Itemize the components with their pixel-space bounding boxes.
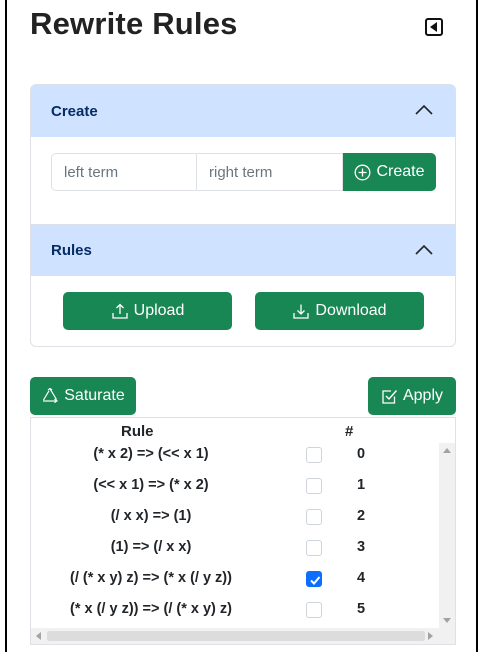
left-term-placeholder: left term <box>64 163 119 181</box>
column-header-number: # <box>345 423 354 440</box>
download-icon <box>292 302 310 320</box>
plus-circle-icon <box>354 164 371 181</box>
rule-index: 2 <box>357 508 366 524</box>
upload-button-label: Upload <box>133 302 185 319</box>
right-term-input[interactable]: right term <box>197 153 343 191</box>
scroll-left-arrow-icon[interactable] <box>36 632 41 640</box>
rule-text: (1) => (/ x x) <box>110 539 192 555</box>
scroll-right-arrow-icon[interactable] <box>428 632 433 640</box>
horizontal-scroll-thumb[interactable] <box>47 631 425 641</box>
rule-text: (* x 2) => (<< x 1) <box>93 446 209 462</box>
rule-text: (<< x 1) => (* x 2) <box>93 477 209 493</box>
table-row: (1) => (/ x x) 3 <box>31 534 439 565</box>
rule-text: (/ x x) => (1) <box>110 508 192 524</box>
recycle-icon <box>41 387 59 405</box>
rule-checkbox[interactable] <box>306 540 322 556</box>
rule-checkbox[interactable] <box>306 509 322 525</box>
download-button-label: Download <box>315 302 387 319</box>
rule-index: 1 <box>357 477 366 493</box>
rule-index: 0 <box>357 446 366 462</box>
apply-button-label: Apply <box>402 387 444 404</box>
scroll-up-arrow-icon[interactable] <box>443 448 451 453</box>
rule-checkbox-checked[interactable] <box>306 571 322 587</box>
panel-right-border <box>476 0 478 652</box>
table-row: (* x 2) => (<< x 1) 0 <box>31 441 439 472</box>
create-section-header[interactable]: Create <box>31 85 455 137</box>
rule-text: (/ (* x y) z) => (* x (/ y z)) <box>70 570 232 586</box>
create-button[interactable]: Create <box>343 153 436 191</box>
rule-text: (* x (/ y z)) => (/ (* x y) z) <box>70 601 232 617</box>
rules-section-header[interactable]: Rules <box>31 224 455 276</box>
check-square-icon <box>381 388 398 405</box>
scroll-down-arrow-icon[interactable] <box>443 618 451 623</box>
vertical-scrollbar[interactable] <box>439 443 455 628</box>
panel-left-border <box>5 0 7 652</box>
upload-icon <box>111 302 129 320</box>
caret-left-icon <box>430 22 437 32</box>
saturate-button[interactable]: Saturate <box>30 377 136 415</box>
right-term-placeholder: right term <box>209 163 273 181</box>
apply-button[interactable]: Apply <box>368 377 456 415</box>
rule-checkbox[interactable] <box>306 602 322 618</box>
checkmark-icon <box>310 576 321 585</box>
horizontal-scrollbar[interactable] <box>31 628 455 644</box>
table-row: (/ x x) => (1) 2 <box>31 503 439 534</box>
saturate-button-label: Saturate <box>64 387 125 404</box>
rules-section-title: Rules <box>51 242 92 259</box>
chevron-up-icon <box>415 244 433 255</box>
page-title: Rewrite Rules <box>30 6 238 41</box>
table-row: (/ (* x y) z) => (* x (/ y z)) 4 <box>31 565 439 596</box>
rule-checkbox[interactable] <box>306 478 322 494</box>
left-term-input[interactable]: left term <box>51 153 197 191</box>
chevron-up-icon <box>415 104 433 115</box>
rule-index: 3 <box>357 539 366 555</box>
rule-checkbox[interactable] <box>306 447 322 463</box>
accordion: Create left term right term Create Rules <box>30 84 456 347</box>
collapse-panel-button[interactable] <box>425 18 443 36</box>
rules-table: Rule # (* x 2) => (<< x 1) 0 (<< x 1) =>… <box>30 417 456 645</box>
create-button-label: Create <box>376 163 425 180</box>
create-rule-form: left term right term Create <box>51 153 436 191</box>
upload-button[interactable]: Upload <box>63 292 232 330</box>
rule-index: 5 <box>357 601 366 617</box>
column-header-rule: Rule <box>121 423 154 440</box>
create-section-title: Create <box>51 102 98 120</box>
table-row: (* x (/ y z)) => (/ (* x y) z) 5 <box>31 596 439 627</box>
rule-index: 4 <box>357 570 366 586</box>
download-button[interactable]: Download <box>255 292 424 330</box>
table-row: (<< x 1) => (* x 2) 1 <box>31 472 439 503</box>
